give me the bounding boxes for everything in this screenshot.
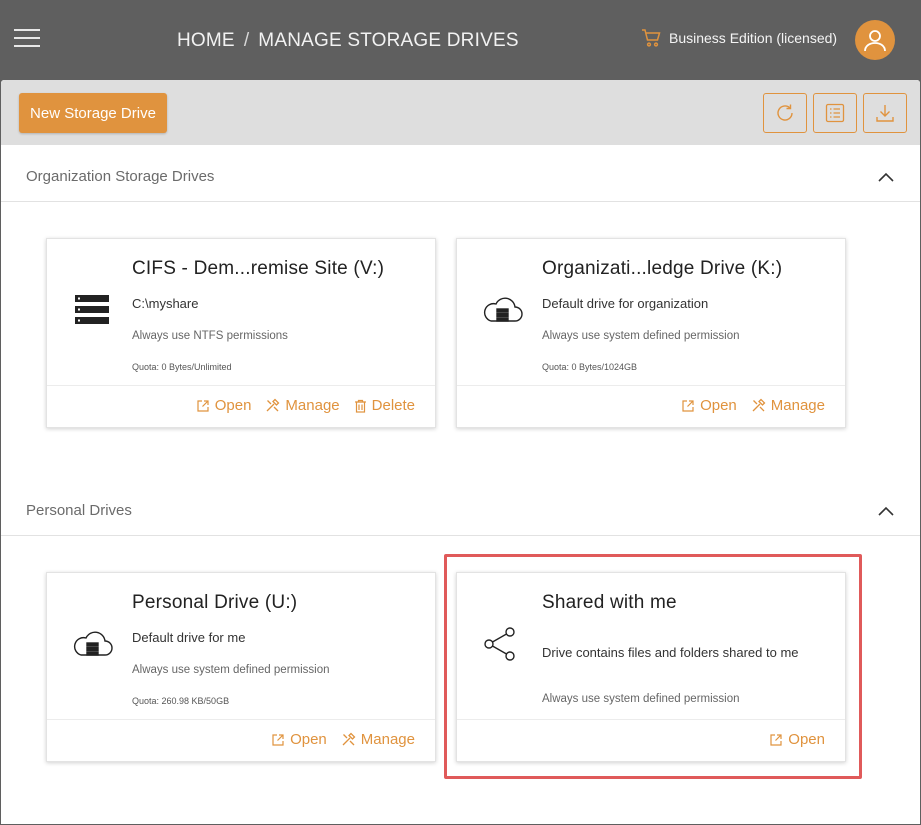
drive-card-organization: Organizati...ledge Drive (K:) Default dr… [456,238,846,428]
external-link-icon [197,399,209,412]
open-button[interactable]: Open [196,397,252,414]
chevron-up-icon [878,172,894,182]
drive-quota: Quota: 0 Bytes/1024GB [542,362,638,372]
cart-icon [641,28,661,48]
tools-icon [342,732,356,746]
drive-permission: Always use system defined permission [132,664,330,676]
drive-title: CIFS - Dem...remise Site (V:) [132,258,385,279]
delete-label: Delete [371,397,415,414]
cloud-storage-icon [479,287,525,333]
tools-icon [752,398,766,412]
drive-permission: Always use system defined permission [542,693,740,705]
drive-quota: Quota: 0 Bytes/Unlimited [132,362,232,372]
collapse-personal-button[interactable] [877,504,895,522]
manage-button[interactable]: Manage [341,731,415,748]
card-footer: Open Manage [457,385,845,427]
main-panel: New Storage Drive Organization Storage D… [1,80,920,824]
breadcrumb-separator: / [243,30,250,51]
breadcrumb: HOME / MANAGE STORAGE DRIVES [177,30,519,52]
open-button[interactable]: Open [681,397,737,414]
breadcrumb-home[interactable]: HOME [177,30,235,51]
trash-icon [354,399,366,413]
card-footer: Open Manage [47,719,435,761]
breadcrumb-current: MANAGE STORAGE DRIVES [258,30,519,51]
open-label: Open [290,731,327,748]
manage-button[interactable]: Manage [751,397,825,414]
tools-icon [266,398,280,412]
drive-card-shared: Shared with me Drive contains files and … [456,572,846,762]
external-link-icon [682,399,694,412]
drive-description: C:\myshare [132,296,199,311]
new-storage-drive-button[interactable]: New Storage Drive [19,93,167,133]
drive-card-cifs: CIFS - Dem...remise Site (V:) C:\myshare… [46,238,436,428]
list-view-button[interactable] [813,93,857,133]
chevron-up-icon [878,506,894,516]
external-link-icon [272,733,284,746]
toolbar: New Storage Drive [1,80,920,145]
refresh-button[interactable] [763,93,807,133]
drive-permission: Always use NTFS permissions [132,330,288,342]
card-footer: Open Manage Delete [47,385,435,427]
drive-permission: Always use system defined permission [542,330,740,342]
share-icon [479,621,525,667]
open-label: Open [700,397,737,414]
open-label: Open [788,731,825,748]
open-button[interactable]: Open [271,731,327,748]
drive-title: Shared with me [542,592,677,613]
top-bar: HOME / MANAGE STORAGE DRIVES Business Edit… [0,0,921,80]
drive-card-personal: Personal Drive (U:) Default drive for me… [46,572,436,762]
delete-button[interactable]: Delete [354,397,415,414]
drive-description: Default drive for me [132,630,246,645]
drive-quota: Quota: 260.98 KB/50GB [132,696,230,706]
download-icon [876,105,894,122]
refresh-icon [777,104,793,121]
manage-label: Manage [285,397,340,414]
drive-title: Personal Drive (U:) [132,592,298,613]
manage-label: Manage [770,397,825,414]
server-icon [69,287,115,333]
user-icon [864,30,886,52]
open-label: Open [214,397,252,414]
section-title: Organization Storage Drives [26,168,215,185]
drive-title: Organizati...ledge Drive (K:) [542,258,783,279]
manage-label: Manage [360,731,415,748]
drive-description: Drive contains files and folders shared … [542,645,799,660]
menu-icon[interactable] [14,29,40,49]
edition-info[interactable]: Business Edition (licensed) [641,28,837,48]
user-avatar[interactable] [855,20,895,60]
cloud-storage-icon [69,621,115,667]
section-title: Personal Drives [26,502,132,519]
external-link-icon [770,733,782,746]
drive-description: Default drive for organization [542,296,709,311]
collapse-organization-button[interactable] [877,170,895,188]
card-footer: Open [457,719,845,761]
open-button[interactable]: Open [769,731,825,748]
edition-label: Business Edition (licensed) [669,30,838,46]
list-icon [825,103,845,123]
section-organization: Organization Storage Drives [1,146,920,202]
download-button[interactable] [863,93,907,133]
manage-button[interactable]: Manage [265,397,340,414]
section-personal: Personal Drives [1,480,920,536]
